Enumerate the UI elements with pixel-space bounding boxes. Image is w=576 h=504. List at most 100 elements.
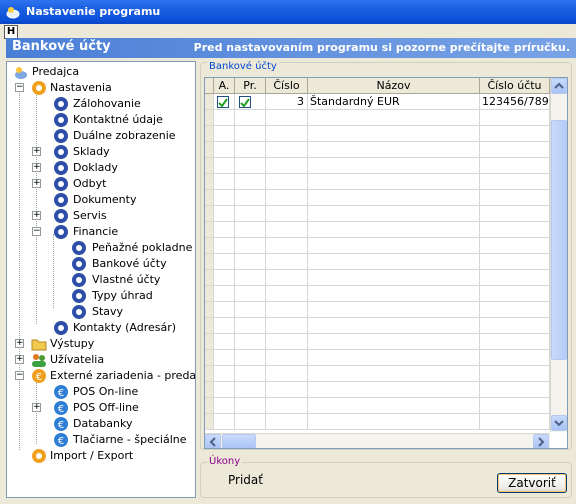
tree-item-servis[interactable]: + Servis <box>7 208 195 224</box>
tree-item-vlastne-ucty[interactable]: Vlastné účty <box>7 272 195 288</box>
empty-cell[interactable] <box>308 414 480 430</box>
tree-item-vystupy[interactable]: + Výstupy <box>7 336 195 352</box>
tree-item-pos-offline[interactable]: + € POS Off-line <box>7 400 195 416</box>
empty-cell[interactable] <box>266 398 308 414</box>
empty-cell[interactable] <box>214 254 235 270</box>
empty-cell[interactable] <box>214 238 235 254</box>
empty-cell[interactable] <box>235 334 266 350</box>
empty-cell[interactable] <box>480 126 550 142</box>
empty-cell[interactable] <box>308 126 480 142</box>
tree-item-import-export[interactable]: Import / Export <box>7 448 195 464</box>
empty-cell[interactable] <box>214 382 235 398</box>
cell-nazov[interactable]: Štandardný EUR <box>308 94 480 110</box>
empty-cell[interactable] <box>235 318 266 334</box>
empty-cell[interactable] <box>480 286 550 302</box>
empty-cell[interactable] <box>480 190 550 206</box>
empty-cell[interactable] <box>480 158 550 174</box>
empty-cell[interactable] <box>235 158 266 174</box>
expand-toggle[interactable]: + <box>32 147 41 156</box>
empty-cell[interactable] <box>480 270 550 286</box>
empty-cell[interactable] <box>266 270 308 286</box>
row-indicator[interactable] <box>205 158 214 174</box>
tree-item-uzivatelia[interactable]: + Užívatelia <box>7 352 195 368</box>
empty-cell[interactable] <box>308 190 480 206</box>
empty-cell[interactable] <box>308 206 480 222</box>
column-header[interactable]: A. <box>214 78 235 94</box>
empty-cell[interactable] <box>308 142 480 158</box>
empty-cell[interactable] <box>266 366 308 382</box>
row-indicator[interactable] <box>205 190 214 206</box>
empty-cell[interactable] <box>266 350 308 366</box>
collapse-toggle[interactable]: − <box>15 371 24 380</box>
tree-item-odbyt[interactable]: + Odbyt <box>7 176 195 192</box>
scroll-down-button[interactable] <box>551 415 567 431</box>
empty-cell[interactable] <box>235 110 266 126</box>
tree-item-zalohovanie[interactable]: Zálohovanie <box>7 96 195 112</box>
cell-primary[interactable] <box>235 94 266 110</box>
empty-cell[interactable] <box>308 254 480 270</box>
empty-cell[interactable] <box>480 142 550 158</box>
tree-item-doklady[interactable]: + Doklady <box>7 160 195 176</box>
empty-cell[interactable] <box>235 174 266 190</box>
expand-toggle[interactable]: + <box>32 163 41 172</box>
empty-cell[interactable] <box>266 158 308 174</box>
empty-cell[interactable] <box>266 414 308 430</box>
empty-cell[interactable] <box>308 174 480 190</box>
empty-cell[interactable] <box>214 222 235 238</box>
empty-cell[interactable] <box>214 318 235 334</box>
empty-cell[interactable] <box>214 366 235 382</box>
checkbox-primary[interactable] <box>239 96 251 108</box>
tree-item-pos-online[interactable]: € POS On-line <box>7 384 195 400</box>
empty-cell[interactable] <box>266 334 308 350</box>
close-button[interactable]: Zatvoriť <box>497 473 567 493</box>
tree-item-stavy[interactable]: Stavy <box>7 304 195 320</box>
expand-toggle[interactable]: + <box>15 339 24 348</box>
tree-item-kontaktne-udaje[interactable]: Kontaktné údaje <box>7 112 195 128</box>
settings-tree[interactable]: Predajca − Nastavenia Zálohovanie Kontak… <box>6 61 196 498</box>
empty-cell[interactable] <box>266 302 308 318</box>
empty-cell[interactable] <box>480 206 550 222</box>
empty-cell[interactable] <box>235 238 266 254</box>
bank-accounts-grid[interactable]: A. Pr. Číslo Názov Číslo účtu 3 Štandard… <box>204 77 568 449</box>
empty-cell[interactable] <box>266 142 308 158</box>
tree-item-dokumenty[interactable]: Dokumenty <box>7 192 195 208</box>
tree-item-tlaciarne[interactable]: € Tlačiarne - špeciálne <box>7 432 195 448</box>
vertical-scrollbar[interactable] <box>550 78 567 432</box>
collapse-toggle[interactable]: − <box>32 227 41 236</box>
expand-toggle[interactable]: + <box>32 403 41 412</box>
scroll-up-button[interactable] <box>551 78 567 94</box>
empty-cell[interactable] <box>480 318 550 334</box>
row-indicator[interactable] <box>205 174 214 190</box>
row-indicator[interactable] <box>205 254 214 270</box>
cell-cislo[interactable]: 3 <box>266 94 308 110</box>
empty-cell[interactable] <box>214 110 235 126</box>
empty-cell[interactable] <box>266 286 308 302</box>
empty-cell[interactable] <box>480 414 550 430</box>
row-indicator[interactable] <box>205 206 214 222</box>
empty-cell[interactable] <box>235 382 266 398</box>
empty-cell[interactable] <box>266 110 308 126</box>
empty-cell[interactable] <box>235 286 266 302</box>
empty-cell[interactable] <box>214 398 235 414</box>
empty-cell[interactable] <box>214 302 235 318</box>
empty-cell[interactable] <box>308 286 480 302</box>
empty-cell[interactable] <box>235 366 266 382</box>
column-header[interactable]: Číslo <box>266 78 308 94</box>
help-menu-button[interactable]: H <box>4 25 18 39</box>
scroll-left-button[interactable] <box>205 434 221 448</box>
column-header[interactable]: Názov <box>308 78 480 94</box>
empty-cell[interactable] <box>266 254 308 270</box>
empty-cell[interactable] <box>235 126 266 142</box>
empty-cell[interactable] <box>235 254 266 270</box>
scroll-right-button[interactable] <box>533 434 549 448</box>
row-indicator[interactable] <box>205 126 214 142</box>
empty-cell[interactable] <box>480 110 550 126</box>
empty-cell[interactable] <box>214 126 235 142</box>
empty-cell[interactable] <box>308 110 480 126</box>
empty-cell[interactable] <box>480 222 550 238</box>
empty-cell[interactable] <box>480 174 550 190</box>
empty-cell[interactable] <box>480 254 550 270</box>
tree-item-penazne-pokladne[interactable]: Peňažné pokladne <box>7 240 195 256</box>
empty-cell[interactable] <box>214 174 235 190</box>
empty-cell[interactable] <box>266 222 308 238</box>
